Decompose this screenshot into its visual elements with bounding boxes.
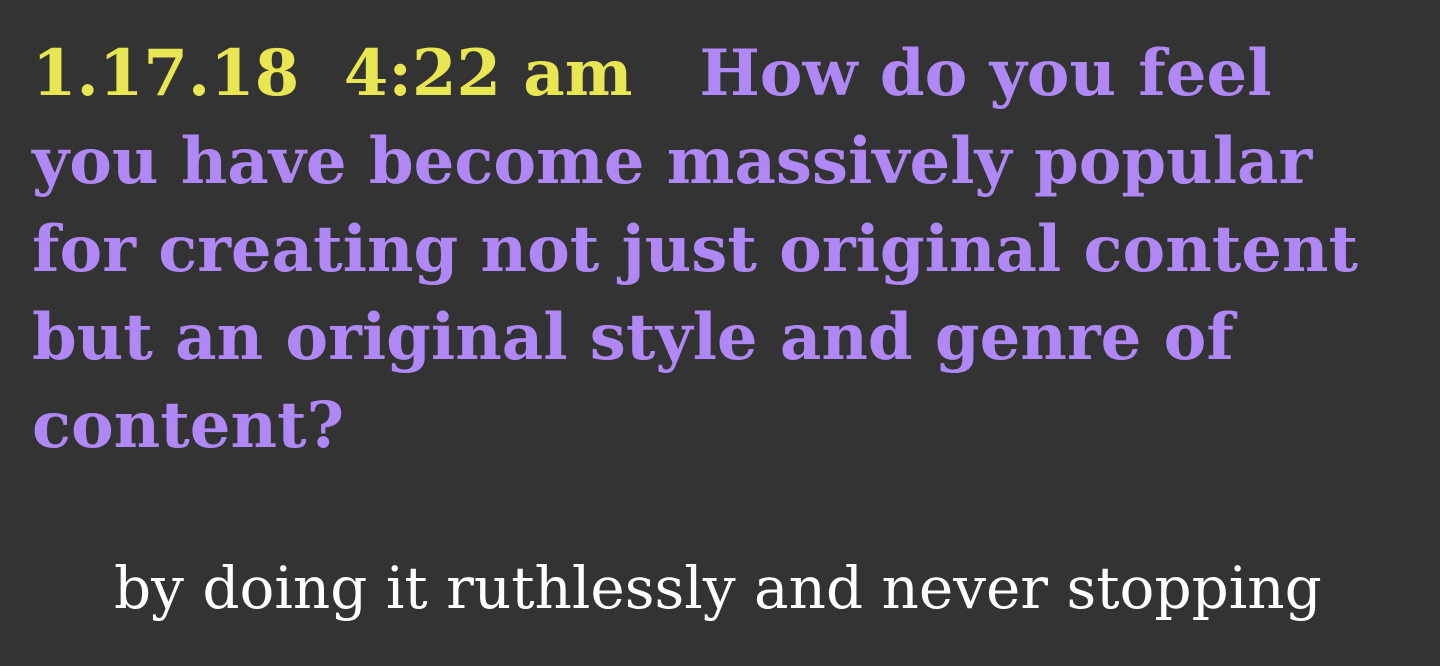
timestamp: 1.17.18 4:22 am — [32, 36, 632, 111]
post-date: 1.17.18 — [32, 36, 300, 111]
question-block: 1.17.18 4:22 am How do you feel you have… — [32, 30, 1417, 470]
answer-text: by doing it ruthlessly and never stoppin… — [114, 554, 1322, 622]
post-time: 4:22 am — [343, 36, 633, 111]
